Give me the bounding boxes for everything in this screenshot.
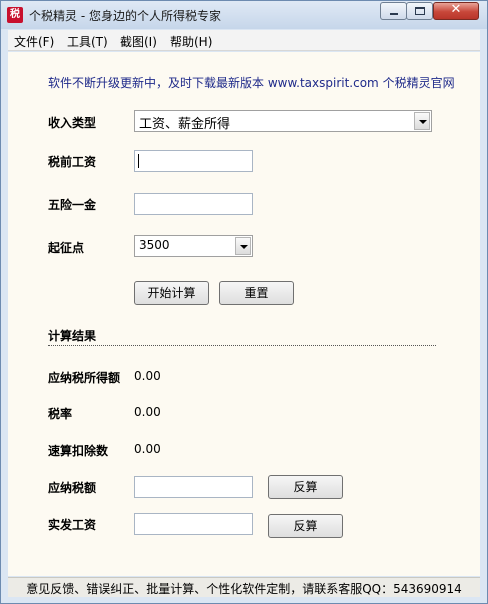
net-salary-input[interactable]	[134, 513, 253, 535]
net-salary-label: 实发工资	[48, 518, 97, 532]
maximize-button[interactable]	[406, 2, 433, 20]
dropdown-arrow-icon[interactable]	[235, 237, 251, 255]
status-bar-text: 意见反馈、错误纠正、批量计算、个性化软件定制，请联系客服QQ：543690914	[26, 582, 462, 596]
tax-rate-label: 税率	[48, 407, 73, 421]
threshold-select[interactable]: 3500	[134, 235, 253, 257]
section-divider	[48, 345, 436, 346]
tax-payable-label: 应纳税额	[48, 481, 97, 495]
quick-deduction-label: 速算扣除数	[48, 444, 109, 458]
income-type-label: 收入类型	[48, 116, 97, 130]
window-title: 个税精灵 - 您身边的个人所得税专家	[29, 9, 221, 23]
menu-screenshot[interactable]: 截图(I)	[120, 33, 157, 50]
app-logo-icon: 税	[7, 7, 23, 23]
minimize-button[interactable]	[380, 2, 407, 20]
threshold-value: 3500	[139, 238, 170, 252]
maximize-icon	[415, 7, 425, 15]
start-calc-button[interactable]: 开始计算	[134, 281, 209, 305]
menu-bar: 文件(F) 工具(T) 截图(I) 帮助(H)	[8, 30, 480, 51]
income-type-value: 工资、薪金所得	[139, 117, 231, 132]
pretax-salary-label: 税前工资	[48, 155, 97, 169]
results-section-title: 计算结果	[48, 329, 97, 343]
quick-deduction-value: 0.00	[134, 442, 161, 456]
app-window: 税 个税精灵 - 您身边的个人所得税专家 ✕ 文件(F) 工具(T) 截图(I)…	[0, 0, 488, 604]
menu-help[interactable]: 帮助(H)	[170, 33, 212, 50]
reset-button[interactable]: 重置	[219, 281, 294, 305]
reverse-calc-salary-button[interactable]: 反算	[268, 514, 343, 538]
dropdown-arrow-icon[interactable]	[414, 112, 430, 130]
text-caret	[138, 154, 139, 168]
reverse-calc-tax-button[interactable]: 反算	[268, 475, 343, 499]
insurance-input[interactable]	[134, 193, 253, 215]
tax-rate-value: 0.00	[134, 405, 161, 419]
title-bar[interactable]: 税 个税精灵 - 您身边的个人所得税专家 ✕	[1, 1, 487, 29]
close-button[interactable]: ✕	[433, 2, 479, 20]
income-type-select[interactable]: 工资、薪金所得	[134, 110, 432, 132]
status-bar: 意见反馈、错误纠正、批量计算、个性化软件定制，请联系客服QQ：543690914	[8, 577, 480, 597]
threshold-label: 起征点	[48, 241, 85, 255]
tax-payable-input[interactable]	[134, 476, 253, 498]
insurance-label: 五险一金	[48, 198, 97, 212]
minimize-icon	[390, 13, 398, 15]
menu-file[interactable]: 文件(F)	[14, 33, 54, 50]
menu-tools[interactable]: 工具(T)	[67, 33, 108, 50]
taxable-income-label: 应纳税所得额	[48, 371, 121, 385]
close-icon: ✕	[450, 2, 462, 17]
taxable-income-value: 0.00	[134, 369, 161, 383]
pretax-salary-input[interactable]	[134, 150, 253, 172]
main-panel: 软件不断升级更新中，及时下载最新版本 www.taxspirit.com 个税精…	[8, 52, 480, 576]
update-notice-link[interactable]: 软件不断升级更新中，及时下载最新版本 www.taxspirit.com 个税精…	[48, 74, 455, 91]
